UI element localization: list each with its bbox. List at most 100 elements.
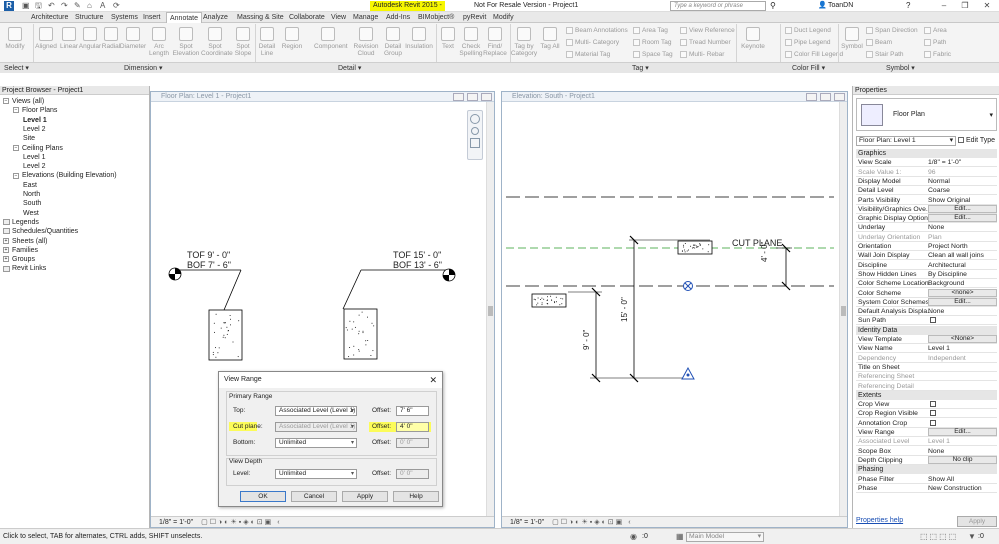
tree-item[interactable]: Level 2 bbox=[23, 162, 46, 171]
property-checkbox[interactable] bbox=[930, 419, 936, 426]
symbol-tool-6[interactable]: Fabric bbox=[924, 51, 951, 58]
tree-item[interactable]: − Views (all) bbox=[3, 97, 44, 106]
cancel-button[interactable]: Cancel bbox=[291, 491, 337, 502]
property-value[interactable]: Level 1 bbox=[928, 344, 950, 353]
property-checkbox[interactable] bbox=[930, 410, 936, 417]
property-value[interactable]: 1/8" = 1'-0" bbox=[928, 158, 961, 167]
tab-modify[interactable]: Modify bbox=[490, 12, 517, 23]
top-select[interactable]: Associated Level (Level 1) ▾ bbox=[275, 406, 357, 416]
status-tool-icons[interactable]: ⬚⬚⬚⬚ bbox=[920, 529, 958, 544]
property-button[interactable]: Edit... bbox=[928, 297, 997, 306]
panel-label-tag[interactable]: Tag ▾ bbox=[632, 63, 649, 74]
tag-small-tool-2[interactable]: Material Tag bbox=[566, 51, 610, 58]
tag-small-tool-7[interactable]: Tread Number bbox=[680, 39, 731, 46]
search-input[interactable]: Type a keyword or phrase bbox=[670, 1, 766, 11]
view-control-icons[interactable]: ▢☐◑◐☀▪◈◐⊡▣ ‹ bbox=[552, 519, 632, 526]
expand-icon[interactable]: − bbox=[3, 98, 9, 105]
model-select[interactable]: Main Model ▾ bbox=[686, 532, 764, 542]
elevation-canvas[interactable] bbox=[502, 102, 840, 517]
quick-access-icon[interactable]: ▣ bbox=[22, 1, 30, 11]
properties-help-link[interactable]: Properties help bbox=[856, 517, 903, 524]
quick-access-icon[interactable]: ⟳ bbox=[113, 1, 120, 11]
view-restore-icon[interactable] bbox=[467, 93, 478, 101]
panel-label-detail[interactable]: Detail ▾ bbox=[338, 63, 361, 74]
tag-small-tool-1[interactable]: Multi- Category bbox=[566, 39, 619, 46]
vertical-scrollbar[interactable] bbox=[486, 102, 494, 518]
property-checkbox[interactable] bbox=[930, 317, 936, 324]
minimize-icon[interactable]: – bbox=[937, 0, 951, 12]
dimension-tool-6[interactable]: Arc Length bbox=[145, 27, 173, 57]
tab-bimobject-[interactable]: BIMobject® bbox=[415, 12, 457, 23]
tree-item[interactable]: Level 1 bbox=[23, 116, 47, 125]
symbol-tool-3[interactable]: Stair Path bbox=[866, 51, 904, 58]
property-value[interactable]: Show Original bbox=[928, 196, 970, 205]
symbol-tool-4[interactable]: Area bbox=[924, 27, 947, 34]
apply-button[interactable]: Apply bbox=[342, 491, 388, 502]
detail-tool-2[interactable]: Component bbox=[314, 27, 348, 50]
cut-offset-input[interactable]: 4' 0" bbox=[396, 422, 429, 432]
detail-tool-0[interactable]: Detail Line bbox=[253, 27, 281, 57]
view-close-icon[interactable] bbox=[834, 93, 845, 101]
view-restore-icon[interactable] bbox=[820, 93, 831, 101]
bottom-select[interactable]: Unlimited ▾ bbox=[275, 438, 357, 448]
quick-access-icon[interactable]: ⌂ bbox=[87, 1, 92, 11]
detail-tool-5[interactable]: Insulation bbox=[405, 27, 433, 50]
view-control-bar[interactable]: 1/8" = 1'-0" ▢☐◑◐☀▪◈◐⊡▣ ‹ bbox=[151, 516, 494, 527]
expand-icon[interactable]: + bbox=[3, 237, 9, 244]
tree-item[interactable]: + Groups bbox=[3, 255, 35, 264]
view-scale[interactable]: 1/8" = 1'-0" bbox=[159, 519, 193, 526]
property-value[interactable]: None bbox=[928, 447, 944, 456]
property-checkbox[interactable] bbox=[930, 401, 936, 408]
edit-type-button[interactable]: Edit Type bbox=[958, 136, 998, 146]
tab-view[interactable]: View bbox=[328, 12, 349, 23]
tab-architecture[interactable]: Architecture bbox=[28, 12, 71, 23]
keynote-tool-0[interactable]: Keynote bbox=[739, 27, 767, 50]
property-value[interactable]: Architectural bbox=[928, 261, 966, 270]
tag-small-tool-8[interactable]: Multi- Rebar bbox=[680, 51, 724, 58]
help-button[interactable]: Help bbox=[393, 491, 439, 502]
tag-tool-0[interactable]: Tag by Category bbox=[510, 27, 538, 57]
restore-icon[interactable]: ❐ bbox=[958, 0, 972, 12]
instance-selector[interactable]: Floor Plan: Level 1 ▾ bbox=[856, 136, 956, 146]
quick-access-icon[interactable]: 🖫 bbox=[35, 1, 42, 11]
property-value[interactable]: New Construction bbox=[928, 484, 982, 493]
tab-massing-site[interactable]: Massing & Site bbox=[234, 12, 287, 23]
cut-plane-select[interactable]: Associated Level (Level 1) ▾ bbox=[275, 422, 357, 432]
tree-item[interactable]: Site bbox=[23, 134, 35, 143]
filter-icon[interactable]: ▼ bbox=[968, 529, 976, 544]
quick-access-icon[interactable]: A bbox=[100, 1, 105, 11]
expand-icon[interactable]: + bbox=[3, 256, 9, 263]
detail-tool-1[interactable]: Region bbox=[278, 27, 306, 50]
tab-insert[interactable]: Insert bbox=[140, 12, 164, 23]
tree-item[interactable]: West bbox=[23, 209, 39, 218]
property-value[interactable]: Coarse bbox=[928, 186, 950, 195]
quick-access-icon[interactable]: ✎ bbox=[74, 1, 81, 11]
property-section[interactable]: Identity Data bbox=[856, 325, 997, 335]
ok-button[interactable]: OK bbox=[240, 491, 286, 502]
detail-tool-3[interactable]: Revision Cloud bbox=[352, 27, 380, 57]
type-selector[interactable]: Floor Plan ▾ bbox=[856, 98, 997, 131]
property-button[interactable]: <None> bbox=[928, 335, 997, 343]
property-section[interactable]: Graphics bbox=[856, 149, 997, 158]
help-icon[interactable]: ? bbox=[906, 1, 910, 11]
color-fill-tool-0[interactable]: Duct Legend bbox=[785, 27, 831, 34]
property-button[interactable]: No clip bbox=[928, 455, 997, 464]
chevron-down-icon[interactable]: ▾ bbox=[989, 111, 993, 119]
panel-label-color-fill[interactable]: Color Fill ▾ bbox=[792, 63, 825, 74]
tree-item[interactable]: Level 2 bbox=[23, 125, 46, 134]
text-tool-2[interactable]: Find/ Replace bbox=[481, 27, 509, 57]
dimension-tool-5[interactable]: Diameter bbox=[119, 27, 147, 50]
bottom-offset-input[interactable]: 0' 0" bbox=[396, 438, 429, 448]
property-value[interactable]: Normal bbox=[928, 177, 950, 186]
close-icon[interactable]: ✕ bbox=[980, 0, 994, 12]
view-control-bar[interactable]: 1/8" = 1'-0" ▢☐◑◐☀▪◈◐⊡▣ ‹ bbox=[502, 516, 847, 527]
dimension-tool-8[interactable]: Spot Coordinate bbox=[201, 27, 233, 57]
panel-label-dimension[interactable]: Dimension ▾ bbox=[124, 63, 163, 74]
properties-apply-button[interactable]: Apply bbox=[957, 516, 997, 527]
tag-small-tool-5[interactable]: Space Tag bbox=[633, 51, 673, 58]
expand-icon[interactable]: + bbox=[3, 246, 9, 253]
quick-access-icon[interactable]: ↶ bbox=[48, 1, 55, 11]
design-options-icon[interactable]: ▦ bbox=[676, 529, 684, 544]
quick-access-icon[interactable]: ↷ bbox=[61, 1, 68, 11]
detail-tool-4[interactable]: Detail Group bbox=[379, 27, 407, 57]
